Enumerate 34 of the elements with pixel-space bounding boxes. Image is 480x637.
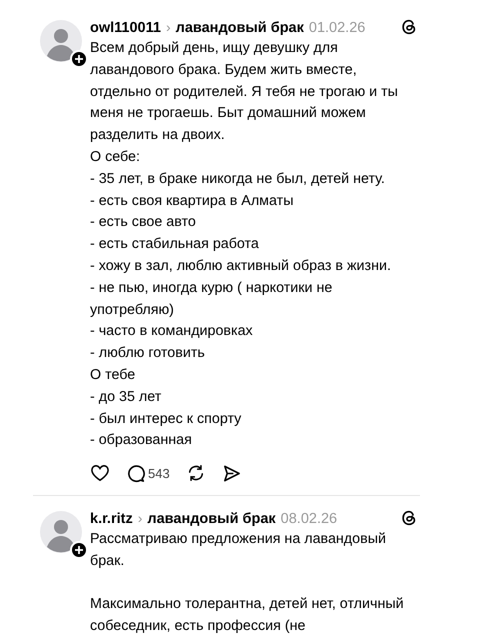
post-text: О себе: — [90, 148, 141, 167]
avatar-icon[interactable] — [40, 20, 82, 62]
username-link[interactable]: owl110011 — [90, 17, 161, 39]
comment-button[interactable]: 543 — [126, 464, 170, 483]
post-text: Всем добрый день, ищу девушку для лавандового брака. Будем жить вместе, отдельно от родителей. Я тебя не трогаю и ты меня не трогаешь. Быт домашний можем разделить на двоих. — [90, 39, 399, 146]
post-text: - не пью, иногда курю ( наркотики не употребляю) — [90, 278, 334, 320]
chevron-icon: › — [166, 16, 171, 38]
avatar-icon[interactable] — [40, 511, 82, 554]
post-text: - образованная — [90, 431, 193, 450]
post-text: - люблю готовить — [90, 344, 206, 364]
post-text: - был интерес к спорту — [90, 410, 242, 429]
post-text: Максимально толерантна, детей нет, отличный собеседник, есть профессия (не — [90, 594, 405, 636]
post-text: - 35 лет, в браке никогда не был, детей нету. — [90, 170, 386, 189]
topic-link[interactable]: лавандовый брак — [147, 508, 276, 530]
topic-link[interactable]: лавандовый брак — [176, 17, 304, 39]
threads-logo-icon[interactable] — [400, 509, 418, 528]
post-date: 01.02.26 — [308, 19, 366, 38]
comment-icon — [126, 464, 145, 483]
post-text: - есть свое авто — [90, 213, 197, 232]
username-link[interactable]: k.r.ritz — [90, 508, 133, 530]
post-text: Рассматриваю предложения на лавандовый брак. — [90, 530, 387, 571]
follow-plus-icon[interactable] — [70, 541, 88, 560]
post-text: О тебе — [90, 366, 136, 385]
threads-logo-icon[interactable] — [400, 18, 418, 36]
post-text: - до 35 лет — [90, 388, 162, 407]
like-icon[interactable] — [90, 464, 110, 482]
post-text: - хожу в зал, люблю активный образ в жизни. — [90, 256, 392, 276]
post-text: - есть стабильная работа — [90, 235, 260, 254]
post-text: - часто в командировках — [90, 322, 254, 342]
post-date: 08.02.26 — [280, 510, 338, 530]
chevron-icon: › — [138, 507, 142, 530]
post-text: - есть своя квартира в Алматы — [90, 192, 294, 211]
follow-plus-icon[interactable] — [70, 50, 88, 68]
share-icon[interactable] — [222, 464, 241, 483]
